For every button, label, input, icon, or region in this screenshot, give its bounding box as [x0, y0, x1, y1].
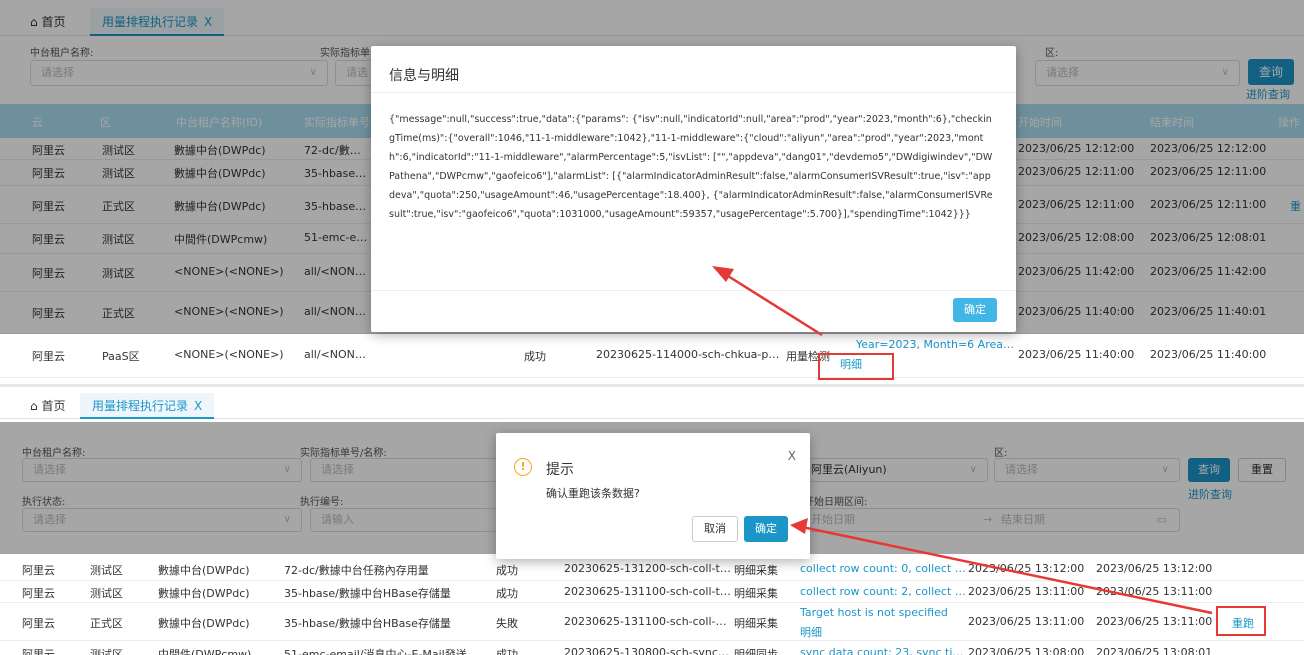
arrow-annotation [790, 518, 1213, 615]
arrow-annotation [712, 266, 823, 337]
rerun-confirm-screenshot: ⌂ 首页 用量排程执行记录 X 中台租户名称: 请选择 ∨ 实际指标单号/名称: 请… [0, 384, 1304, 655]
detail-modal-screenshot: ⌂ 首页 用量排程执行记录 X 中台租户名称: 请选择 ∨ 实际指标单号/名称: 请… [0, 0, 1304, 384]
